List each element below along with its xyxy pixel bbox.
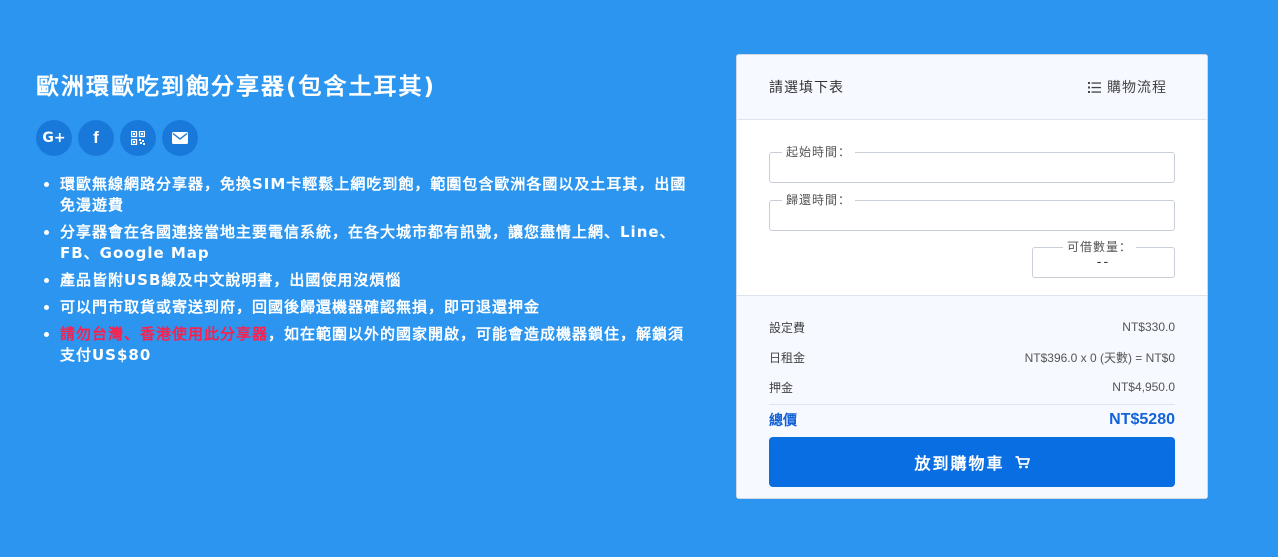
total-label: 總價 [769, 413, 797, 429]
return-date-label: 歸還時間： [782, 192, 856, 208]
feature-item: 可以門市取貨或寄送到府，回國後歸還機器確認無損，即可退還押金 [60, 297, 696, 318]
start-date-label: 起始時間： [782, 144, 856, 160]
product-title: 歐洲環歐吃到飽分享器(包含土耳其) [36, 74, 437, 100]
setup-fee-label: 設定費 [769, 320, 806, 335]
setup-fee-value: NT$330.0 [1122, 320, 1175, 334]
quantity-select[interactable]: 可借數量： -- [1032, 239, 1175, 278]
deposit-value: NT$4,950.0 [1112, 380, 1175, 394]
daily-rent-label: 日租金 [769, 350, 806, 365]
facebook-share-button[interactable]: f [78, 120, 114, 156]
feature-item-warning: 請勿台灣、香港使用此分享器，如在範圍以外的國家開啟，可能會造成機器鎖住，解鎖須支… [60, 324, 696, 366]
rental-form-card: 請選填下表 購物流程 起始時間： 歸還時間： 可借數量： -- 設定費 NT$3… [736, 54, 1208, 499]
google-plus-share-button[interactable]: G+ [36, 120, 72, 156]
feature-item: 分享器會在各國連接當地主要電信系統，在各大城市都有訊號，讓您盡情上網、Line、… [60, 222, 696, 264]
feature-item: 環歐無線網路分享器，免換SIM卡輕鬆上網吃到飽，範圍包含歐洲各國以及土耳其，出國… [60, 174, 696, 216]
email-share-button[interactable] [162, 120, 198, 156]
qrcode-share-button[interactable] [120, 120, 156, 156]
add-to-cart-button[interactable]: 放到購物車 [769, 437, 1175, 487]
daily-rent-value: NT$396.0 x 0 (天數) = NT$0 [1024, 350, 1175, 365]
price-summary: 設定費 NT$330.0 日租金 NT$396.0 x 0 (天數) = NT$… [737, 295, 1207, 498]
deposit-row: 押金 NT$4,950.0 [769, 372, 1175, 402]
list-icon [1088, 81, 1101, 93]
feature-item: 產品皆附USB線及中文說明書，出國使用沒煩惱 [60, 270, 696, 291]
product-info: 歐洲環歐吃到飽分享器(包含土耳其) G+ f • 環歐無線網路分享器，免換SIM… [36, 70, 696, 372]
shopping-flow-link[interactable]: 購物流程 [1088, 77, 1167, 97]
qrcode-icon [131, 131, 145, 145]
quantity-label: 可借數量： [1063, 239, 1137, 255]
feature-list: 環歐無線網路分享器，免換SIM卡輕鬆上網吃到飽，範圍包含歐洲各國以及土耳其，出國… [36, 174, 696, 366]
cart-icon [1015, 455, 1030, 468]
daily-rent-row: 日租金 NT$396.0 x 0 (天數) = NT$0 [769, 342, 1175, 372]
shopping-flow-label: 購物流程 [1107, 80, 1167, 96]
setup-fee-row: 設定費 NT$330.0 [769, 312, 1175, 342]
add-to-cart-label: 放到購物車 [914, 454, 1005, 473]
start-date-field[interactable]: 起始時間： [769, 144, 1175, 183]
facebook-icon: f [93, 128, 99, 147]
card-header: 請選填下表 購物流程 [737, 55, 1207, 120]
warning-text: 請勿台灣、香港使用此分享器 [60, 325, 269, 343]
quantity-value: -- [1096, 255, 1111, 270]
card-header-title: 請選填下表 [769, 80, 844, 96]
total-value: NT$5280 [1109, 411, 1175, 428]
deposit-label: 押金 [769, 380, 794, 395]
return-date-field[interactable]: 歸還時間： [769, 192, 1175, 231]
google-plus-icon: G+ [42, 130, 66, 146]
total-row: 總價 NT$5280 [769, 404, 1175, 435]
email-icon [172, 132, 188, 144]
social-share-bar: G+ f [36, 120, 696, 156]
date-form: 起始時間： 歸還時間： 可借數量： -- [737, 120, 1207, 296]
